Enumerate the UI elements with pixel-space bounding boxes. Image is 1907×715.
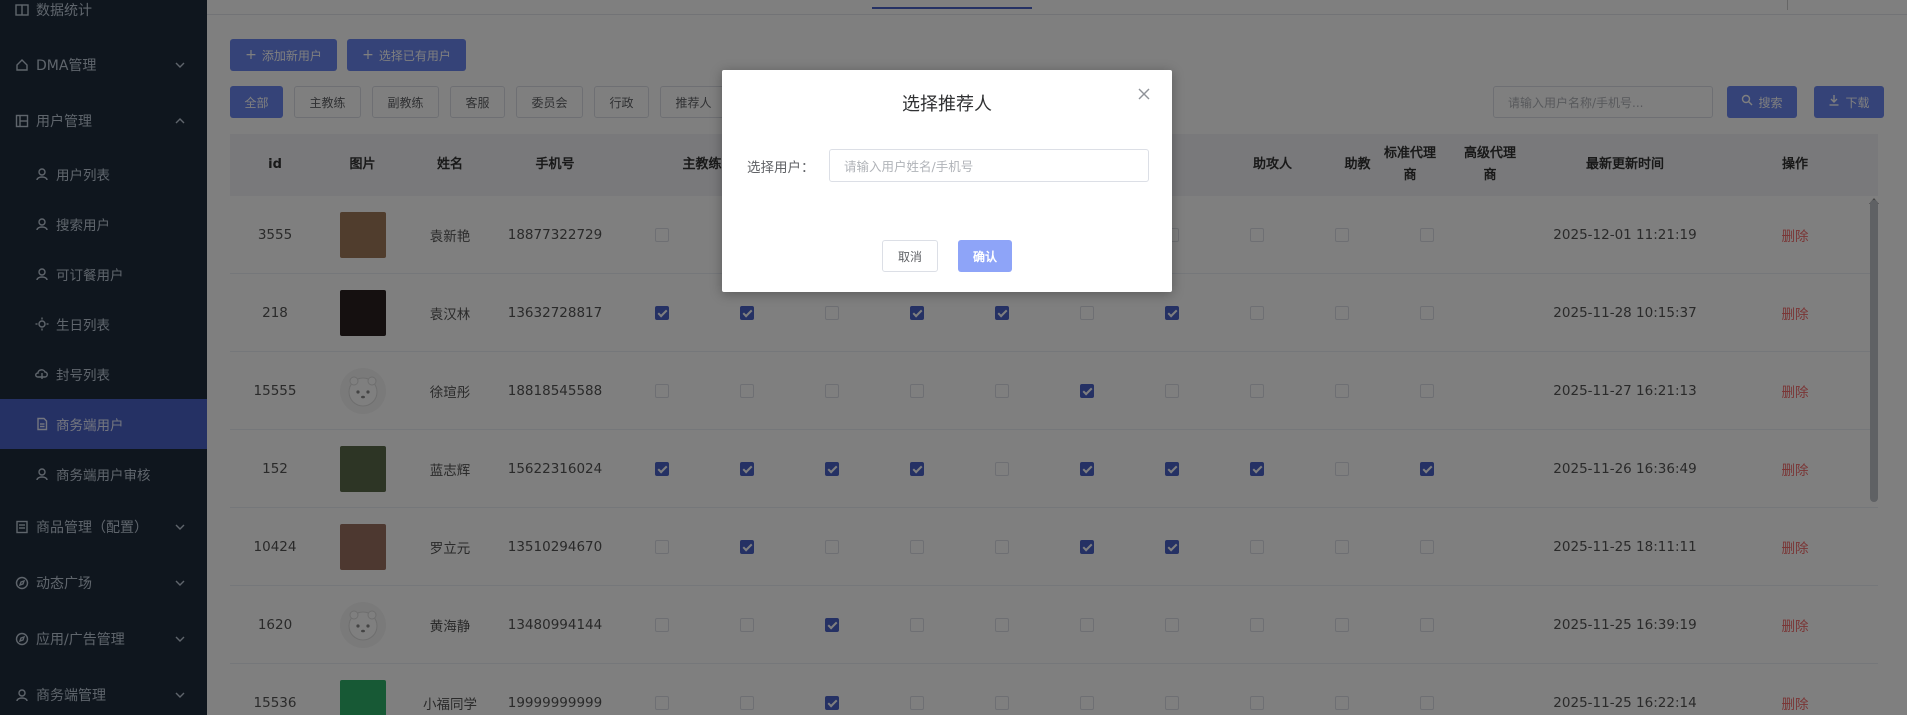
select-user-label: 选择用户： bbox=[747, 160, 815, 176]
dialog-title: 选择推荐人 bbox=[902, 94, 992, 115]
close-icon[interactable] bbox=[1136, 86, 1152, 102]
cancel-button[interactable]: 取消 bbox=[882, 240, 938, 272]
select-user-input[interactable]: 请输入用户姓名/手机号 bbox=[829, 149, 1149, 182]
confirm-button[interactable]: 确认 bbox=[958, 240, 1012, 272]
select-referrer-dialog: 选择推荐人 选择用户： 请输入用户姓名/手机号 取消 确认 bbox=[722, 70, 1172, 292]
